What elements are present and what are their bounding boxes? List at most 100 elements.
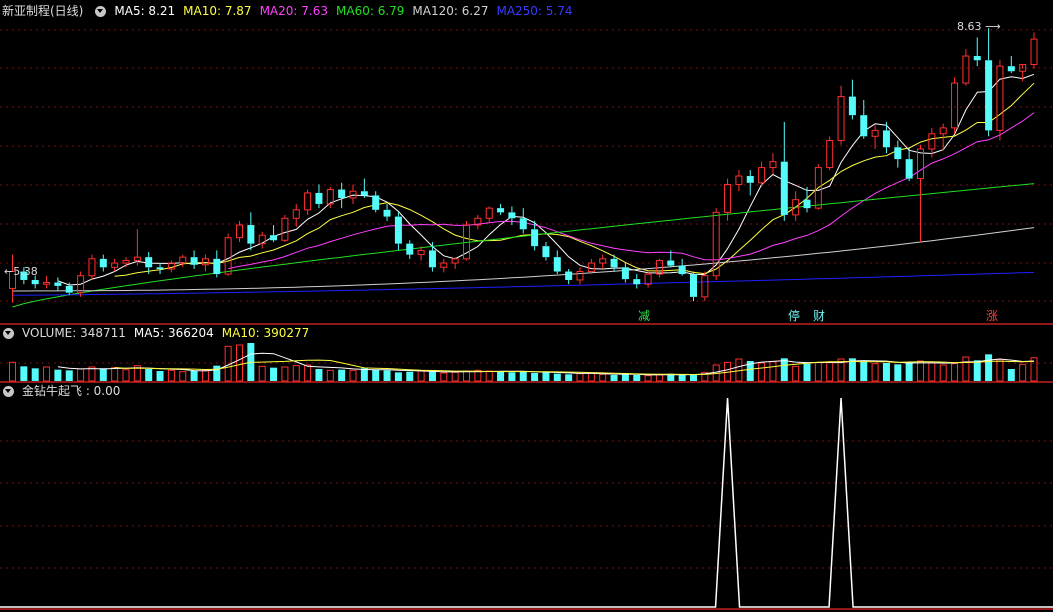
candle-body [599, 258, 607, 264]
candle-body [735, 175, 743, 185]
candle-body [270, 235, 278, 241]
volume-bar [463, 370, 470, 382]
ma120-line [12, 227, 1035, 292]
volume-bar [587, 372, 595, 382]
volume-bar [531, 373, 539, 381]
volume-bar [111, 367, 119, 382]
volume-bar [553, 373, 561, 381]
candle-body [531, 229, 539, 247]
grid-lines [0, 29, 1053, 569]
candle [43, 275, 51, 289]
candle [133, 229, 141, 266]
candle [111, 258, 119, 272]
candle-body [985, 60, 993, 131]
candle-body [519, 218, 527, 230]
high-price-annotation: 8.63 ⟶ [957, 20, 1001, 33]
candle-body [497, 208, 505, 213]
candle-body [156, 267, 164, 269]
candle-body [304, 192, 312, 211]
candle [519, 208, 527, 234]
kline-chart[interactable] [0, 0, 1053, 612]
candle [463, 220, 470, 261]
volume-bar [304, 364, 312, 382]
volume-bar [758, 362, 766, 382]
volume-bar [1019, 363, 1027, 382]
volume-bar [440, 372, 448, 382]
candle-body [372, 195, 380, 210]
indicator-panel-toggle-icon[interactable] [3, 385, 14, 397]
candle-body [542, 246, 550, 258]
candle [383, 203, 391, 221]
candle-body [803, 199, 811, 209]
volume-bar [814, 361, 822, 382]
candle [905, 147, 913, 182]
candle-body [440, 262, 448, 268]
volume-ma10-value: MA10: 390277 [221, 326, 310, 340]
ma250-value: MA250: 5.74 [496, 4, 573, 18]
candle [917, 144, 924, 242]
candle [394, 212, 402, 251]
candle [826, 136, 834, 171]
candle-body [996, 65, 1004, 131]
ma10-value: MA10: 7.87 [183, 4, 252, 18]
volume-bar [315, 369, 323, 381]
volume-bar [360, 368, 368, 381]
candle-body [621, 267, 629, 280]
volume-bar [156, 371, 164, 381]
candle-body [758, 167, 766, 184]
candle-body [133, 256, 141, 262]
candle-body [780, 161, 788, 215]
volume-bar [962, 356, 970, 382]
volume-bar [951, 363, 959, 382]
volume-bar [871, 363, 879, 382]
volume-bar [882, 363, 890, 381]
candle-body [905, 159, 913, 179]
volume-bar [270, 367, 278, 381]
candle-body [65, 285, 73, 293]
candle [644, 271, 652, 288]
volume-bar [985, 354, 993, 381]
volume-bar [145, 369, 153, 381]
candle-body [587, 262, 595, 273]
candle-body [417, 249, 425, 256]
candle [474, 214, 482, 230]
candle [576, 267, 584, 285]
volume-value: VOLUME: 348711 [22, 326, 126, 340]
volume-bar [894, 364, 902, 381]
candle-body [122, 260, 130, 264]
candle [292, 203, 300, 227]
candle-body [746, 176, 754, 183]
candle [304, 189, 312, 215]
volume-bar [508, 372, 516, 381]
candle-body [610, 258, 618, 268]
volume-toggle-icon[interactable] [3, 327, 14, 339]
volume-bar [326, 369, 334, 382]
candle [542, 241, 550, 261]
stock-title: 新亚制程(日线) [2, 4, 84, 18]
candle-body [644, 273, 652, 285]
candle [882, 121, 890, 154]
candle [485, 206, 493, 224]
indicator-toggle-icon[interactable] [95, 5, 107, 17]
candle-body [315, 192, 323, 204]
candle [508, 206, 516, 226]
volume-bar [258, 365, 266, 382]
candle [587, 258, 595, 275]
candle [224, 233, 232, 276]
volume-bar [54, 369, 62, 381]
ma60-line [12, 183, 1035, 308]
ma5-value: MA5: 8.21 [114, 4, 176, 18]
volume-bar [9, 361, 16, 382]
candle-body [553, 257, 561, 272]
volume-bar [565, 374, 573, 381]
candle-body [88, 258, 96, 277]
candle [553, 250, 561, 275]
marker-rise: 涨 [986, 309, 999, 323]
volume-bar [383, 370, 391, 381]
volume-bar [485, 370, 493, 382]
candle [372, 191, 380, 213]
candle-body [633, 279, 641, 285]
candle [88, 254, 96, 280]
candle-body [769, 161, 777, 169]
candle [962, 49, 970, 86]
